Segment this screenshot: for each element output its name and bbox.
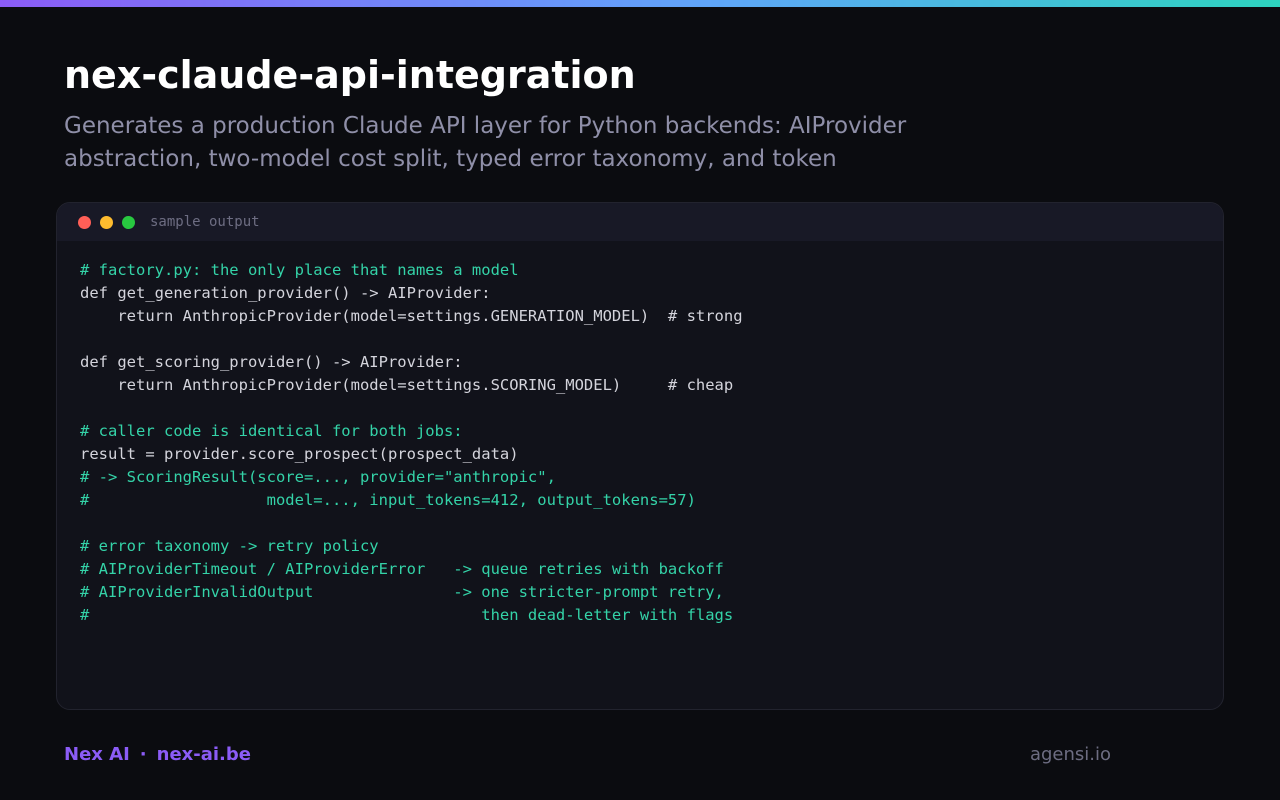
code-line: def get_scoring_provider() -> AIProvider… [80,353,463,371]
code-line: return AnthropicProvider(model=settings.… [80,307,743,325]
code-block: # factory.py: the only place that names … [57,241,1223,627]
footer-credit-link[interactable]: agensi.io [1030,744,1111,765]
code-line: # error taxonomy -> retry policy [80,537,379,555]
page-title: nex-claude-api-integration [64,53,636,97]
code-line: # caller code is identical for both jobs… [80,422,463,440]
code-line: # AIProviderInvalidOutput -> one stricte… [80,583,724,601]
brand-name: Nex AI [64,744,130,765]
minimize-window-dot-icon [100,215,113,229]
close-window-dot-icon [78,215,91,229]
code-line: return AnthropicProvider(model=settings.… [80,376,734,394]
footer-brand: Nex AI · nex-ai.be [64,744,251,765]
code-line: # model=..., input_tokens=412, output_to… [80,491,696,509]
window-title-bar: sample output [57,203,1223,241]
maximize-window-dot-icon [122,215,135,229]
code-line: # AIProviderTimeout / AIProviderError ->… [80,560,724,578]
code-line: def get_generation_provider() -> AIProvi… [80,284,491,302]
code-line: # factory.py: the only place that names … [80,261,519,279]
code-line: # -> ScoringResult(score=..., provider="… [80,468,556,486]
footer-separator: · [139,744,147,765]
code-line: # then dead-letter with flags [80,606,734,624]
top-gradient-bar [0,0,1280,7]
code-window: sample output # factory.py: the only pla… [56,202,1224,710]
window-label: sample output [150,214,260,230]
code-line: result = provider.score_prospect(prospec… [80,445,519,463]
page-subtitle: Generates a production Claude API layer … [64,113,907,172]
brand-domain-link[interactable]: nex-ai.be [157,744,251,765]
